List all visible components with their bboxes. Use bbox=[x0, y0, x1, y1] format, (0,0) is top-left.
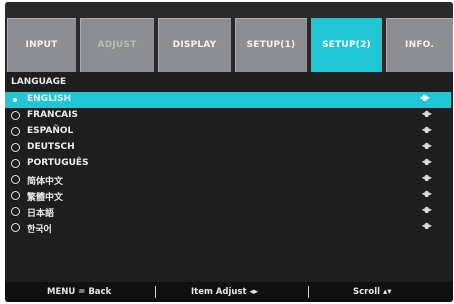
tab-adjust[interactable]: ADJUST bbox=[80, 18, 154, 72]
language-label: 繁體中文 bbox=[27, 193, 64, 203]
radio-empty-icon bbox=[11, 143, 20, 152]
language-option-simplified-chinese[interactable]: 简体中文 ◂▮▸ bbox=[5, 172, 453, 188]
tab-setup-2[interactable]: SETUP(2) bbox=[311, 18, 382, 72]
language-option-portugues[interactable]: PORTUGUÊS ◂▮▸ bbox=[5, 156, 453, 172]
left-right-arrows-icon: ◂▮▸ bbox=[421, 109, 432, 118]
language-label: PORTUGUÊS bbox=[27, 158, 89, 168]
language-option-espanol[interactable]: ESPAÑOL ◂▮▸ bbox=[5, 124, 453, 140]
radio-selected-icon bbox=[13, 98, 17, 102]
left-right-arrows-icon: ◂▮▸ bbox=[421, 189, 432, 198]
radio-empty-icon bbox=[11, 111, 20, 120]
menu-back-hint: MENU = Back bbox=[47, 287, 112, 297]
language-option-deutsch[interactable]: DEUTSCH ◂▮▸ bbox=[5, 140, 453, 156]
settings-panel: LANGUAGE ENGLISH ◂▮▸ FRANCAIS ◂▮▸ ESPAÑO… bbox=[5, 72, 453, 282]
language-label: FRANCAIS bbox=[27, 110, 78, 120]
language-label: DEUTSCH bbox=[27, 142, 75, 152]
language-label: 日本語 bbox=[27, 209, 55, 219]
language-label: 简体中文 bbox=[27, 177, 64, 187]
tab-bar: INPUT ADJUST DISPLAY SETUP(1) SETUP(2) I… bbox=[5, 2, 453, 72]
footer-divider bbox=[155, 286, 156, 298]
osd-menu: INPUT ADJUST DISPLAY SETUP(1) SETUP(2) I… bbox=[5, 2, 453, 302]
language-option-francais[interactable]: FRANCAIS ◂▮▸ bbox=[5, 108, 453, 124]
language-label: 한국어 bbox=[27, 225, 52, 235]
language-label: ENGLISH bbox=[27, 94, 72, 104]
tab-setup-1[interactable]: SETUP(1) bbox=[235, 18, 307, 72]
left-right-arrows-icon: ◂▮▸ bbox=[421, 205, 432, 214]
radio-empty-icon bbox=[11, 207, 20, 216]
radio-empty-icon bbox=[11, 175, 20, 184]
language-option-korean[interactable]: 한국어 ◂▮▸ bbox=[5, 220, 453, 236]
radio-empty-icon bbox=[11, 127, 20, 136]
radio-empty-icon bbox=[11, 191, 20, 200]
left-right-arrows-icon: ◂▮▸ bbox=[421, 141, 432, 150]
language-option-traditional-chinese[interactable]: 繁體中文 ◂▮▸ bbox=[5, 188, 453, 204]
key-hint-bar: MENU = Back Item Adjust ◂▸ Scroll ▴▾ bbox=[5, 282, 453, 302]
left-right-arrows-icon: ◂▮▸ bbox=[421, 173, 432, 182]
language-label: ESPAÑOL bbox=[27, 126, 74, 136]
scroll-hint: Scroll ▴▾ bbox=[353, 287, 392, 297]
left-right-arrows-icon: ◂▮▸ bbox=[421, 157, 432, 166]
footer-divider bbox=[308, 286, 309, 298]
radio-empty-icon bbox=[11, 159, 20, 168]
language-option-japanese[interactable]: 日本語 ◂▮▸ bbox=[5, 204, 453, 220]
radio-empty-icon bbox=[11, 223, 20, 232]
left-right-arrows-icon: ◂▮▸ bbox=[421, 125, 432, 134]
section-title: LANGUAGE bbox=[11, 77, 67, 87]
left-right-arrows-icon: ◂▮▸ bbox=[421, 221, 432, 230]
language-option-english[interactable]: ENGLISH ◂▮▸ bbox=[5, 92, 451, 108]
tab-info[interactable]: INFO. bbox=[386, 18, 453, 72]
left-right-arrows-icon: ◂▮▸ bbox=[419, 93, 430, 102]
item-adjust-hint: Item Adjust ◂▸ bbox=[191, 287, 259, 297]
tab-display[interactable]: DISPLAY bbox=[158, 18, 231, 72]
tab-input[interactable]: INPUT bbox=[7, 18, 76, 72]
